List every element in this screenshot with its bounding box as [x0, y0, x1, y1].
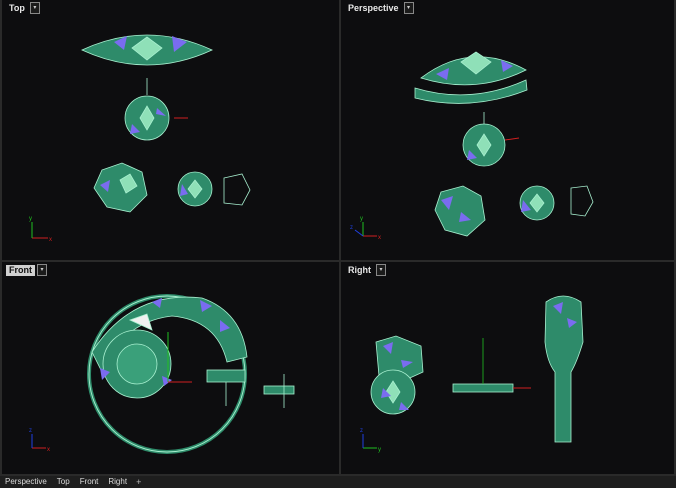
viewport-perspective-canvas: x y z [350, 51, 594, 241]
axis-indicator-front: x z [29, 428, 50, 453]
viewport-top-header: Top ▾ [6, 2, 40, 14]
stud-right [452, 383, 514, 393]
axis-y-label-persp: y [360, 216, 363, 222]
viewport-front[interactable]: Front ▾ x z [2, 262, 339, 474]
earring-top-left [93, 162, 148, 213]
axis-indicator-perspective: x y z [350, 216, 381, 241]
viewport-perspective-menu-icon[interactable]: ▾ [403, 2, 414, 14]
viewport-top-title[interactable]: Top [6, 3, 28, 14]
viewport-top-menu-icon[interactable]: ▾ [29, 2, 40, 14]
axis-z-label-front: z [29, 428, 32, 434]
viewport-top-canvas: x y [29, 34, 251, 243]
viewport-top[interactable]: Top ▾ x y [2, 0, 339, 260]
viewport-tabs: Perspective Top Front Right + [0, 476, 676, 488]
tab-right[interactable]: Right [103, 476, 132, 488]
viewport-front-header: Front ▾ [6, 264, 47, 276]
axis-y-label-top: y [29, 216, 32, 222]
axis-x-label-persp: x [378, 235, 381, 241]
pendant-right [544, 295, 584, 443]
viewport-right-header: Right ▾ [345, 264, 386, 276]
viewport-perspective[interactable]: Perspective ▾ x y z [341, 0, 674, 260]
viewport-right-canvas: y z [360, 295, 584, 453]
viewport-right-title[interactable]: Right [345, 265, 374, 276]
clasp-front [263, 385, 295, 395]
axis-indicator-top: x y [29, 216, 52, 243]
viewport-perspective-header: Perspective ▾ [345, 2, 414, 14]
tab-top[interactable]: Top [52, 476, 75, 488]
viewport-right[interactable]: Right ▾ y z [341, 262, 674, 474]
viewport-front-canvas: x z [29, 294, 295, 454]
viewport-right-menu-icon[interactable]: ▾ [376, 264, 386, 276]
viewport-front-menu-icon[interactable]: ▾ [37, 264, 47, 276]
axis-z-label-persp: z [350, 225, 353, 231]
axis-z-label-right: z [360, 428, 363, 434]
add-viewport-icon[interactable]: + [132, 476, 145, 488]
clasp-persp [570, 185, 594, 217]
earring-persp [434, 185, 486, 237]
axis-y-label-right: y [378, 447, 381, 453]
viewport-perspective-title[interactable]: Perspective [345, 3, 402, 14]
axis-indicator-right: y z [360, 428, 381, 453]
tab-front[interactable]: Front [75, 476, 104, 488]
viewport-front-title[interactable]: Front [6, 264, 35, 276]
clasp-top [223, 173, 251, 206]
axis-x-label-front: x [47, 447, 50, 453]
tab-perspective[interactable]: Perspective [0, 476, 52, 488]
axis-x-label-top: x [49, 237, 52, 243]
stud-front [206, 369, 246, 383]
